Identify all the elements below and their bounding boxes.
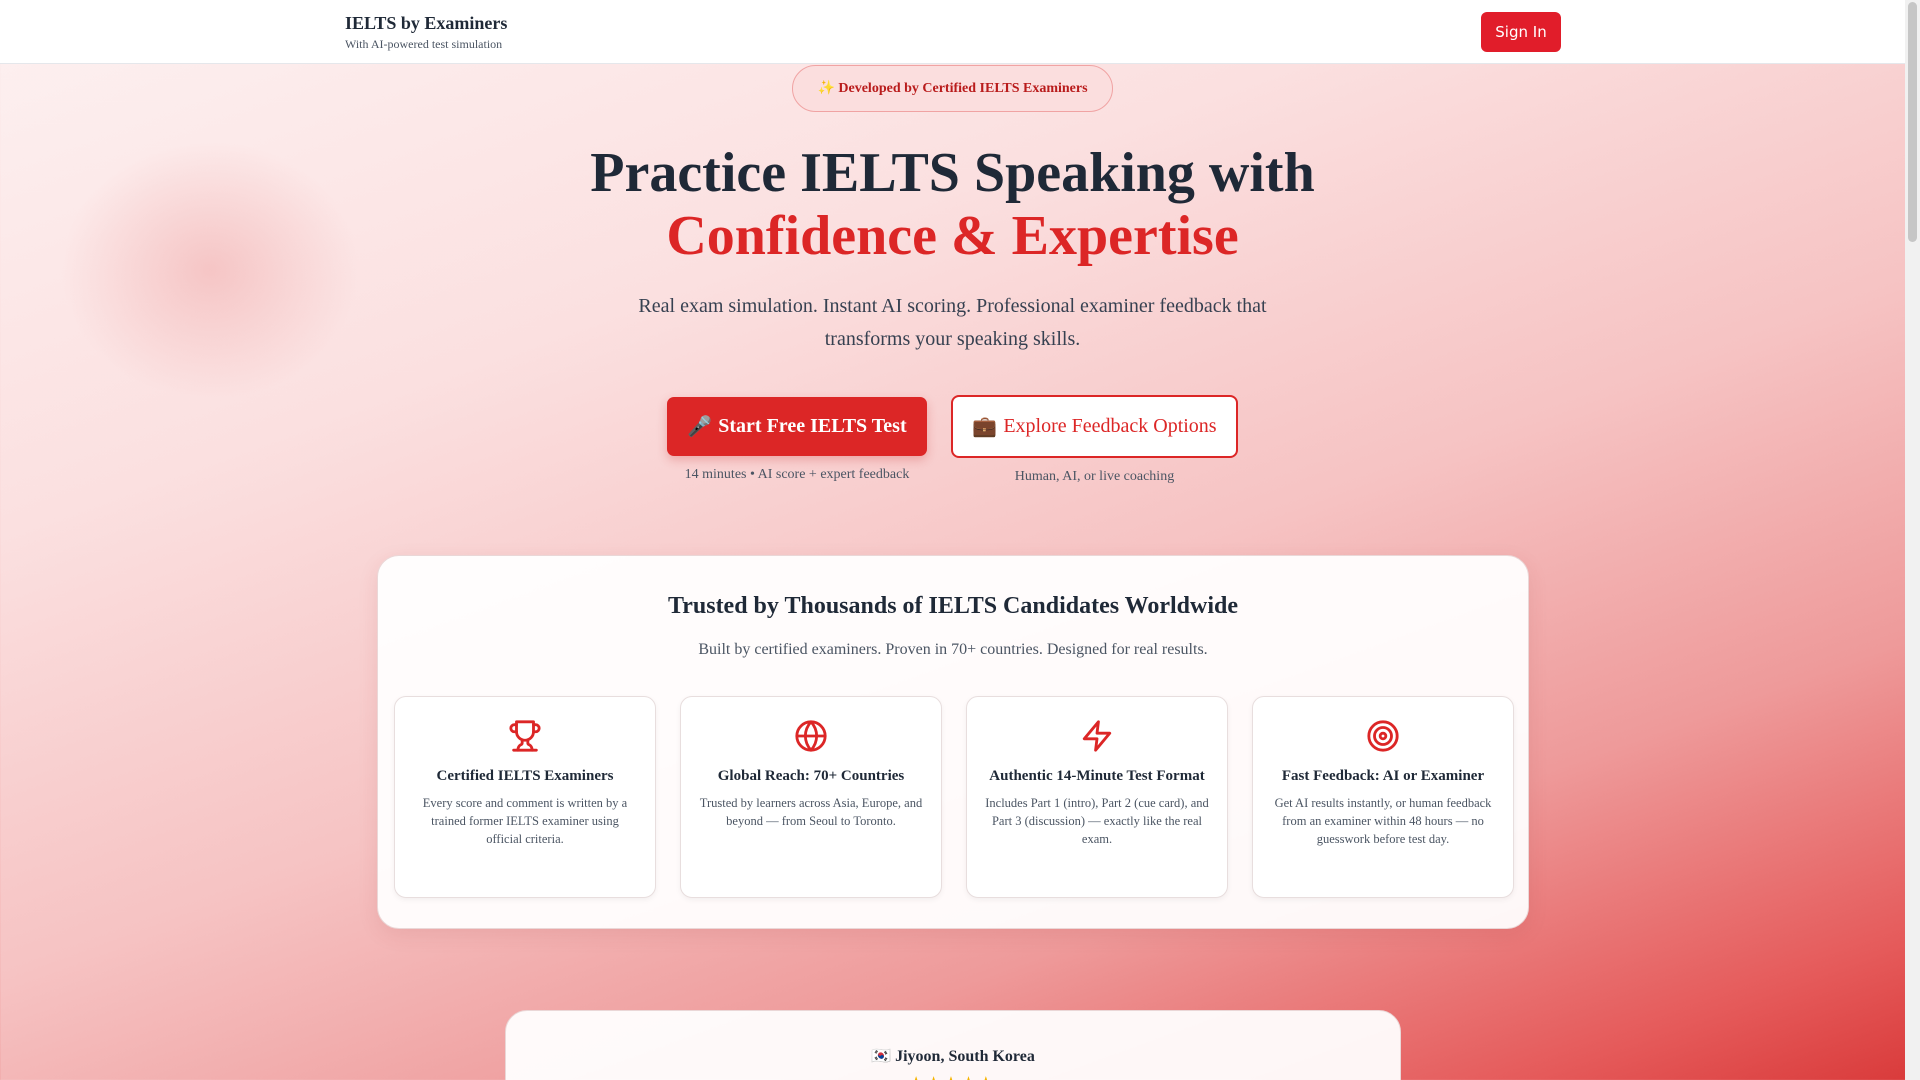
start-free-test-button[interactable]: 🎤 Start Free IELTS Test: [667, 397, 927, 456]
trust-section: Trusted by Thousands of IELTS Candidates…: [377, 555, 1529, 929]
feature-card-title: Authentic 14-Minute Test Format: [989, 768, 1205, 784]
briefcase-icon: 💼: [972, 416, 998, 438]
examiner-badge: ✨ Developed by Certified IELTS Examiners: [792, 65, 1113, 112]
feature-card-title: Certified IELTS Examiners: [436, 768, 614, 784]
star-rating: ★★★★★: [506, 1073, 1400, 1080]
hero-title-line1: Practice IELTS Speaking with: [590, 142, 1315, 204]
feature-card-test-format: Authentic 14-Minute Test Format Includes…: [966, 696, 1228, 898]
scrollbar[interactable]: [1905, 0, 1920, 1080]
sign-in-button[interactable]: Sign In: [1481, 12, 1561, 52]
feature-card-title: Global Reach: 70+ Countries: [717, 768, 905, 784]
feature-card-text: Every score and comment is written by a …: [422, 796, 628, 846]
testimonial-author: 🇰🇷 Jiyoon, South Korea: [506, 1046, 1400, 1066]
site-header: IELTS by Examiners With AI-powered test …: [0, 0, 1905, 64]
hero-subtitle: Real exam simulation. Instant AI scoring…: [638, 295, 1267, 350]
brand[interactable]: IELTS by Examiners With AI-powered test …: [345, 13, 507, 52]
feature-card-fast-feedback: Fast Feedback: AI or Examiner Get AI res…: [1252, 696, 1514, 898]
brand-subtitle: With AI-powered test simulation: [345, 37, 503, 51]
testimonial-card: 🇰🇷 Jiyoon, South Korea ★★★★★: [505, 1010, 1401, 1080]
trust-subtitle: Built by certified examiners. Proven in …: [698, 641, 1208, 658]
trust-title: Trusted by Thousands of IELTS Candidates…: [668, 593, 1238, 619]
target-icon: [1367, 720, 1399, 752]
feature-card-text: Includes Part 1 (intro), Part 2 (cue car…: [985, 796, 1209, 846]
feature-card-text: Get AI results instantly, or human feedb…: [1274, 796, 1492, 846]
feature-card-examiners: Certified IELTS Examiners Every score an…: [394, 696, 656, 898]
feature-card-global-reach: Global Reach: 70+ Countries Trusted by l…: [680, 696, 942, 898]
scrollbar-thumb[interactable]: [1908, 2, 1917, 242]
flag-icon: 🇰🇷: [871, 1048, 892, 1065]
lightning-icon: [1082, 720, 1112, 752]
explore-feedback-label: Explore Feedback Options: [1003, 415, 1217, 437]
hero-title: Practice IELTS Speaking with Confidence …: [0, 142, 1905, 268]
explore-feedback-button[interactable]: 💼 Explore Feedback Options: [951, 395, 1238, 458]
explore-feedback-note: Human, AI, or live coaching: [1014, 469, 1175, 484]
hero-title-accent: Confidence & Expertise: [666, 205, 1239, 267]
trophy-icon: [509, 720, 541, 752]
testimonial-name: Jiyoon, South Korea: [895, 1048, 1035, 1065]
feature-card-title: Fast Feedback: AI or Examiner: [1281, 768, 1485, 784]
microphone-icon: 🎤: [687, 416, 713, 438]
start-test-note: 14 minutes • AI score + expert feedback: [684, 467, 910, 482]
globe-icon: [795, 720, 827, 752]
start-free-test-label: Start Free IELTS Test: [718, 415, 907, 437]
brand-title: IELTS by Examiners: [345, 13, 508, 33]
feature-card-text: Trusted by learners across Asia, Europe,…: [699, 796, 923, 828]
